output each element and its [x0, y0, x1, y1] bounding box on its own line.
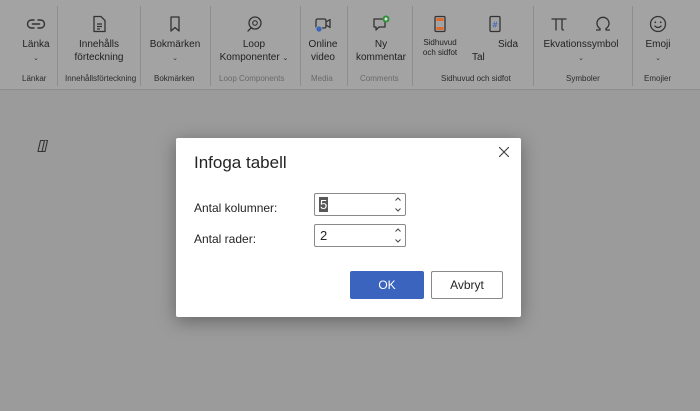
insert-table-dialog: Infoga tabell Antal kolumner: 5 Antal ra… [176, 138, 521, 317]
emoji-label: Emoji [645, 39, 671, 50]
chevron-down-icon: ⌄ [33, 55, 39, 62]
columns-value: 5 [319, 197, 329, 212]
comment-icon [373, 15, 390, 31]
svg-text:#: # [492, 21, 499, 30]
group-label-header-footer: Sidhuvud och sidfot [441, 74, 511, 83]
separator [347, 6, 348, 86]
chevron-down-icon: ⌄ [172, 55, 178, 62]
online-video-label-1: Online [308, 39, 338, 50]
chevron-down-icon: ⌄ [282, 55, 289, 62]
online-video-button[interactable]: Online video [304, 14, 342, 64]
pi-icon [551, 18, 567, 31]
new-comment-label-2: kommentar [355, 52, 406, 63]
cancel-button[interactable]: Avbryt [431, 271, 503, 299]
toc-icon [93, 15, 106, 33]
online-video-label-2: video [311, 52, 335, 63]
toc-label-2: förteckning [74, 52, 124, 63]
header-icon [434, 15, 446, 33]
separator [210, 6, 211, 86]
equation-button[interactable]: Ekvationssymbol ⌄ [541, 14, 621, 65]
separator [300, 6, 301, 86]
stepper-arrows-icon[interactable] [393, 194, 403, 215]
video-icon [315, 18, 331, 33]
header-footer-label-2: och sidfot [422, 48, 458, 57]
equation-label: Ekvationssymbol [543, 39, 619, 50]
loop-button[interactable]: Loop Komponenter ⌄ [218, 14, 290, 65]
emoji-icon [649, 15, 667, 33]
copilot-icon [37, 139, 49, 153]
separator [412, 6, 413, 86]
link-icon [26, 19, 46, 29]
group-label-media: Media [311, 74, 333, 83]
separator [533, 6, 534, 86]
header-footer-button[interactable]: Sidhuvud och sidfot [414, 14, 466, 58]
group-label-emoji: Emojier [644, 74, 672, 83]
link-button[interactable]: Länka ⌄ [16, 14, 56, 65]
emoji-button[interactable]: Emoji ⌄ [640, 14, 676, 65]
group-label-comments: Comments [360, 74, 399, 83]
close-button[interactable] [496, 144, 512, 160]
page-number-icon: # [489, 15, 501, 33]
page-number-button[interactable]: # Sida Tal [470, 14, 520, 64]
ribbon: Länka ⌄ Länkar Innehålls förteckning Inn… [0, 0, 700, 90]
loop-label-2-text: Komponenter [219, 52, 280, 63]
loop-label-1: Loop [242, 39, 266, 50]
new-comment-label-1: Ny [374, 39, 388, 50]
bookmark-label: Bokmärken [149, 39, 201, 50]
omega-icon [596, 16, 610, 31]
dialog-title: Infoga tabell [194, 153, 287, 172]
close-icon [498, 146, 510, 158]
loop-label-2: Komponenter ⌄ [218, 51, 290, 65]
page-number-label-2: Tal [472, 52, 485, 63]
page-number-label-1: Sida [497, 39, 518, 50]
new-comment-button[interactable]: Ny kommentar [352, 14, 410, 64]
chevron-down-icon: ⌄ [655, 55, 661, 62]
bookmark-button[interactable]: Bokmärken ⌄ [148, 14, 202, 65]
chevron-down-icon: ⌄ [578, 55, 584, 62]
separator [57, 6, 58, 86]
loop-icon [247, 16, 262, 32]
group-label-loop: Loop Components [219, 74, 285, 83]
group-label-bookmarks: Bokmärken [154, 74, 195, 83]
toc-label-1: Innehålls [78, 39, 120, 50]
group-label-links: Länkar [22, 74, 47, 83]
toc-button[interactable]: Innehålls förteckning [70, 14, 128, 64]
columns-label: Antal kolumner: [194, 201, 278, 215]
rows-stepper[interactable]: 2 [314, 224, 406, 247]
separator [140, 6, 141, 86]
bookmark-icon [170, 16, 180, 32]
group-label-toc: Innehållsförteckning [65, 74, 137, 83]
ok-button[interactable]: OK [350, 271, 424, 299]
stepper-arrows-icon[interactable] [393, 225, 403, 246]
header-footer-label-1: Sidhuvud [423, 38, 457, 47]
copilot-button[interactable] [35, 138, 51, 159]
columns-stepper[interactable]: 5 [314, 193, 406, 216]
group-label-symbols: Symboler [566, 74, 600, 83]
link-label: Länka [22, 39, 50, 50]
separator [632, 6, 633, 86]
rows-value: 2 [320, 228, 328, 243]
rows-label: Antal rader: [194, 232, 257, 246]
